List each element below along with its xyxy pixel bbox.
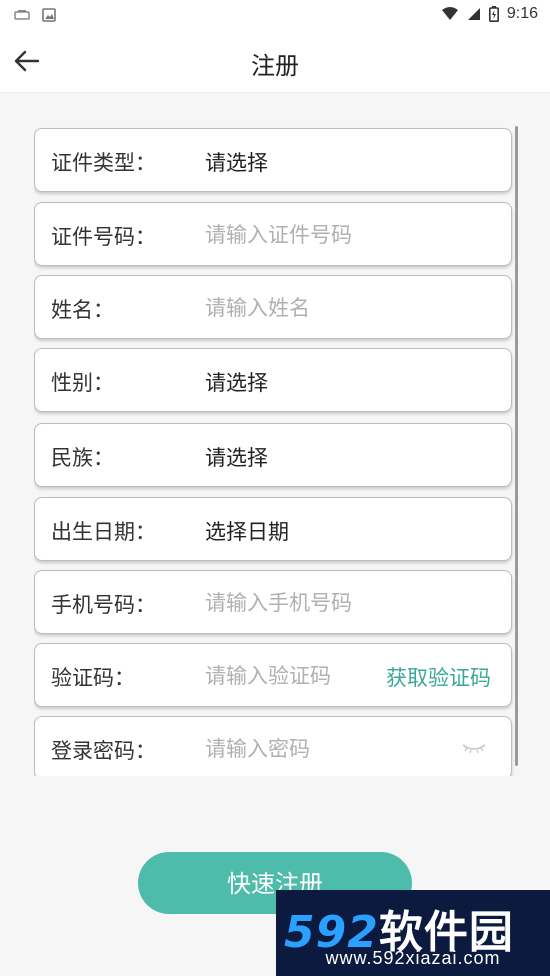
password-label: 登录密码： xyxy=(51,739,156,763)
status-bar-right: 9:16 xyxy=(441,5,538,23)
birth-date-label: 出生日期： xyxy=(51,520,156,544)
verification-code-input[interactable] xyxy=(205,662,375,690)
watermark-url: www.592xiazai.com xyxy=(325,948,501,968)
get-code-button[interactable]: 获取验证码 xyxy=(386,662,491,692)
ethnicity-label: 民族： xyxy=(51,446,114,470)
image-icon xyxy=(42,8,56,22)
id-type-select[interactable]: 请选择 xyxy=(205,147,268,177)
ethnicity-field[interactable]: 民族： 请选择 xyxy=(34,423,512,487)
status-bar: 9:16 xyxy=(0,0,550,30)
phone-input[interactable] xyxy=(205,589,385,617)
ethnicity-select[interactable]: 请选择 xyxy=(205,442,268,472)
verification-code-field: 验证码： 获取验证码 xyxy=(34,643,512,707)
watermark-logo: 592软件园 www.592xiazai.com xyxy=(276,890,550,976)
id-type-field[interactable]: 证件类型： 请选择 xyxy=(34,128,512,192)
gender-select[interactable]: 请选择 xyxy=(205,367,268,397)
status-time: 9:16 xyxy=(506,5,538,22)
status-bar-left xyxy=(14,8,56,22)
signal-icon xyxy=(467,8,480,20)
wifi-icon xyxy=(441,7,458,20)
eye-closed-icon[interactable] xyxy=(461,741,487,757)
password-field: 登录密码： xyxy=(34,716,512,776)
phone-label: 手机号码： xyxy=(51,593,156,617)
page-title: 注册 xyxy=(251,52,299,80)
registration-form: 证件类型： 请选择 证件号码： 姓名： 性别： 请选择 民族： 请选择 出生日期… xyxy=(34,120,518,776)
id-type-label: 证件类型： xyxy=(51,151,156,175)
name-input[interactable] xyxy=(205,294,385,322)
password-input[interactable] xyxy=(205,735,385,763)
scrollbar[interactable] xyxy=(515,126,518,766)
app-bar: 注册 xyxy=(0,30,550,93)
birth-date-picker[interactable]: 选择日期 xyxy=(205,516,289,546)
id-number-label: 证件号码： xyxy=(51,225,156,249)
id-number-input[interactable] xyxy=(205,221,385,249)
battery-icon xyxy=(488,6,499,22)
gender-label: 性别： xyxy=(51,371,114,395)
name-label: 姓名： xyxy=(51,298,114,322)
verification-code-label: 验证码： xyxy=(51,666,135,690)
birth-date-field[interactable]: 出生日期： 选择日期 xyxy=(34,497,512,561)
id-number-field: 证件号码： xyxy=(34,202,512,266)
name-field: 姓名： xyxy=(34,275,512,339)
gender-field[interactable]: 性别： 请选择 xyxy=(34,348,512,412)
notification-icon xyxy=(14,10,30,20)
phone-field: 手机号码： xyxy=(34,570,512,634)
